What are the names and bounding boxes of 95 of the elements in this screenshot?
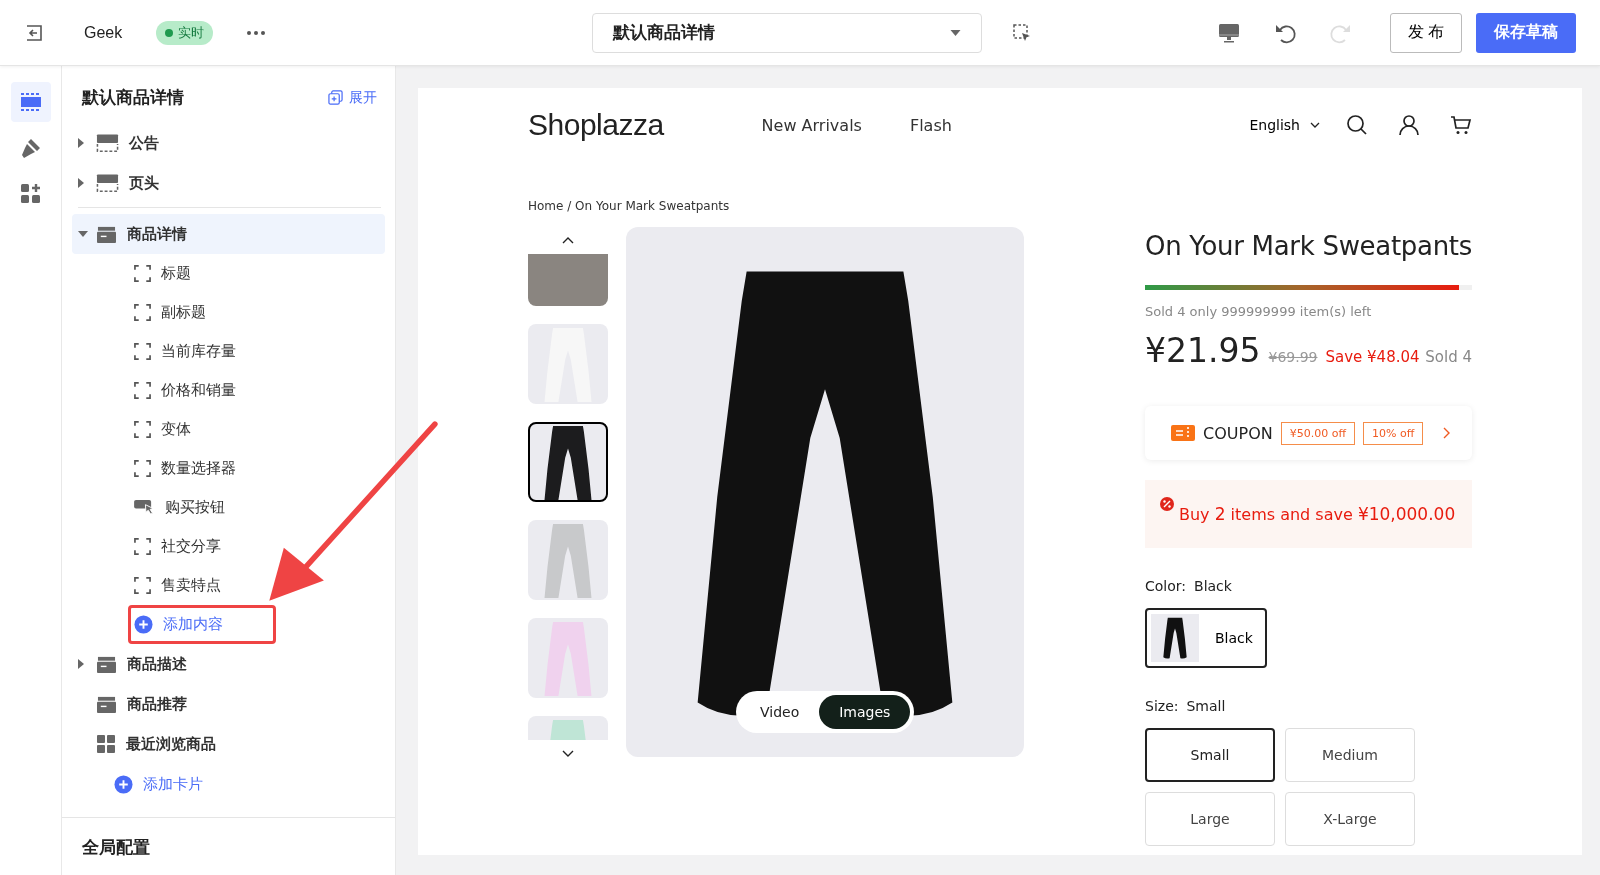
caret-icon	[950, 29, 961, 36]
add-card-link[interactable]: 添加卡片	[72, 764, 385, 804]
tree-item[interactable]: 变体	[128, 410, 276, 449]
product-title: On Your Mark Sweatpants	[1145, 231, 1472, 261]
desktop-icon[interactable]	[1218, 21, 1240, 44]
block-icon	[134, 577, 151, 594]
media-tab[interactable]: Images	[819, 695, 911, 729]
tree-item[interactable]: 价格和销量	[128, 371, 276, 410]
product-thumbnail[interactable]	[528, 618, 608, 698]
discount-icon	[1159, 496, 1175, 512]
size-option[interactable]: X-Large	[1285, 792, 1415, 846]
sold-count: Sold 4	[1425, 348, 1472, 366]
size-option[interactable]: Medium	[1285, 728, 1415, 782]
sidebar-tab[interactable]	[10, 82, 51, 122]
nav-link[interactable]: New Arrivals	[761, 115, 862, 135]
tree-item[interactable]: 商品推荐	[72, 684, 385, 724]
nav-link[interactable]: Flash	[909, 115, 952, 135]
product-thumbnail[interactable]	[528, 520, 608, 600]
chevron-up-icon[interactable]	[562, 237, 574, 244]
search-icon[interactable]	[1346, 114, 1368, 136]
caret-down-icon[interactable]	[78, 231, 88, 237]
section-icon	[96, 654, 117, 674]
tree-item[interactable]: 当前库存量	[128, 332, 276, 371]
theme-name: Geek	[84, 23, 123, 42]
tree-item[interactable]: 数量选择器	[128, 449, 276, 488]
grid-icon	[96, 734, 116, 754]
size-option[interactable]: Large	[1145, 792, 1275, 846]
caret-right-icon[interactable]	[78, 138, 84, 148]
tree-item[interactable]: 购买按钮	[128, 488, 276, 527]
block-icon	[134, 343, 151, 360]
media-tab[interactable]: Video	[740, 695, 820, 729]
block-icon	[134, 538, 151, 555]
price: ¥21.95	[1145, 331, 1261, 370]
caret-right-icon[interactable]	[78, 178, 84, 188]
expand-icon	[328, 90, 343, 105]
option-label: Size:	[1145, 698, 1179, 714]
button-cursor-icon	[134, 499, 155, 516]
tree-item[interactable]: 页头	[72, 163, 385, 203]
more-icon[interactable]	[246, 29, 267, 36]
option-value: Small	[1186, 698, 1226, 714]
option-value: Black	[1194, 578, 1232, 594]
tree-item[interactable]: 社交分享	[128, 527, 276, 566]
add-content-link[interactable]: 添加内容	[128, 605, 276, 644]
add-icon	[114, 774, 133, 794]
pants-drawing	[1161, 616, 1189, 660]
header-section-icon	[96, 173, 119, 193]
coupon-tag: ¥50.00 off	[1280, 421, 1355, 445]
chevron-down-icon	[1310, 122, 1320, 128]
header-section-icon	[96, 133, 119, 153]
coupon-card[interactable]: COUPON ¥50.00 off 10% off	[1145, 406, 1472, 460]
stock-text: Sold 4 only 999999999 item(s) left	[1145, 304, 1373, 319]
language-select[interactable]: English	[1249, 117, 1320, 133]
chevron-right-icon	[1443, 427, 1450, 439]
select-element-icon[interactable]	[1012, 22, 1032, 43]
section-icon	[96, 224, 117, 244]
tree-item[interactable]: 公告	[72, 123, 385, 163]
add-icon	[134, 615, 153, 634]
caret-right-icon[interactable]	[78, 659, 84, 669]
tree-item[interactable]: 商品描述	[72, 644, 385, 684]
compare-price: ¥69.99	[1268, 349, 1318, 365]
apps-icon	[18, 182, 43, 206]
tree-item[interactable]: 最近浏览商品	[72, 724, 385, 764]
coupon-tag: 10% off	[1363, 421, 1424, 445]
sections-icon	[18, 90, 43, 114]
expand-link[interactable]: 展开	[328, 88, 377, 107]
save-draft-button[interactable]: 保存草稿	[1476, 12, 1576, 53]
template-select[interactable]: 默认商品详情	[592, 12, 982, 53]
publish-button[interactable]: 发 布	[1390, 12, 1462, 53]
option-label: Color:	[1145, 578, 1187, 594]
chevron-down-icon[interactable]	[562, 750, 574, 757]
product-thumbnail[interactable]	[528, 422, 608, 502]
coupon-icon	[1171, 425, 1195, 441]
tree-item[interactable]: 售卖特点	[128, 566, 276, 605]
block-icon	[134, 382, 151, 399]
panel-title: 默认商品详情	[82, 87, 184, 109]
color-option[interactable]: Black	[1145, 608, 1267, 668]
size-option[interactable]: Small	[1145, 728, 1275, 782]
user-icon[interactable]	[1398, 114, 1420, 136]
block-icon	[134, 265, 151, 282]
cart-icon[interactable]	[1450, 114, 1472, 136]
exit-icon[interactable]	[24, 22, 44, 43]
block-icon	[134, 304, 151, 321]
block-icon	[134, 421, 151, 438]
breadcrumb: Home / On Your Mark Sweatpants	[528, 199, 731, 213]
status-badge: 实时	[156, 20, 214, 45]
save-amount: Save ¥48.04	[1325, 348, 1420, 366]
block-icon	[134, 460, 151, 477]
coupon-label: COUPON	[1203, 423, 1273, 443]
tree-item[interactable]: 副标题	[128, 293, 276, 332]
section-icon	[96, 694, 117, 714]
tree-item[interactable]: 商品详情	[72, 214, 385, 254]
tree-item[interactable]: 标题	[128, 254, 276, 293]
promo-text: Buy 2 items and save ¥10,000.00	[1179, 504, 1456, 524]
global-settings-link[interactable]: 全局配置	[62, 817, 395, 875]
store-logo[interactable]: Shoplazza	[528, 108, 664, 142]
